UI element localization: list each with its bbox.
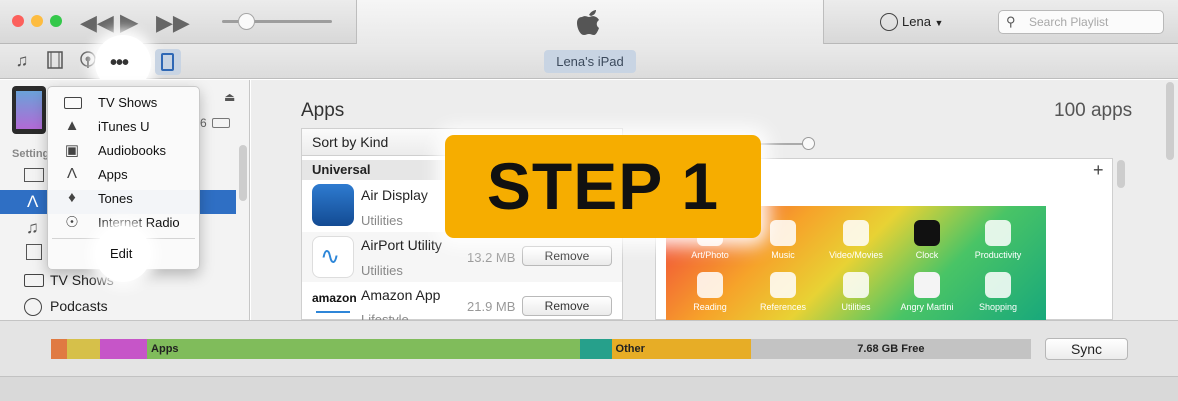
fast-forward-icon[interactable]: ▶▶ bbox=[156, 10, 190, 36]
step-callout: STEP 1 bbox=[445, 135, 761, 238]
folder-icon[interactable] bbox=[843, 220, 869, 246]
search-icon: ⚲ bbox=[1006, 14, 1016, 29]
menu-item-apps[interactable]: Apps bbox=[98, 167, 128, 182]
capacity-text: 6 bbox=[200, 116, 207, 130]
storage-segment-apps: Apps bbox=[147, 339, 581, 359]
storage-free-label: 7.68 GB Free bbox=[857, 343, 925, 355]
storage-segment-yellow bbox=[66, 339, 100, 359]
content-scrollbar[interactable] bbox=[1166, 82, 1174, 160]
clock-icon[interactable] bbox=[914, 220, 940, 246]
app-size: 21.9 MB bbox=[467, 299, 516, 314]
storage-segment-teal bbox=[580, 339, 612, 359]
folder-label: References bbox=[759, 302, 807, 312]
storage-other-label: Other bbox=[615, 343, 645, 355]
summary-icon[interactable] bbox=[24, 168, 44, 182]
folder-label: Art/Photo bbox=[691, 250, 729, 260]
user-name: Lena bbox=[902, 14, 931, 29]
folder-icon[interactable] bbox=[770, 272, 796, 298]
remove-button[interactable]: Remove bbox=[522, 296, 612, 316]
movies-icon[interactable] bbox=[26, 244, 42, 260]
pages-scrollbar[interactable] bbox=[1117, 160, 1125, 188]
folder-label: Productivity bbox=[974, 250, 1022, 260]
menu-item-itunes-u[interactable]: iTunes U bbox=[98, 119, 150, 134]
folder-label: Utilities bbox=[841, 302, 871, 312]
sidebar-scrollbar[interactable] bbox=[239, 145, 247, 201]
remove-button[interactable]: Remove bbox=[522, 246, 612, 266]
app-category: Lifestyle bbox=[361, 312, 409, 320]
wifi-icon: ∿ bbox=[320, 243, 341, 270]
close-window-button[interactable] bbox=[12, 15, 24, 27]
storage-segment-free: 7.68 GB Free bbox=[750, 339, 1031, 359]
folder-icon[interactable] bbox=[697, 272, 723, 298]
icon-size-knob[interactable] bbox=[802, 137, 815, 150]
menu-item-audiobooks[interactable]: Audiobooks bbox=[98, 143, 166, 158]
folder-label: Video/Movies bbox=[829, 250, 883, 260]
volume-knob[interactable] bbox=[238, 13, 255, 30]
app-name: Amazon App bbox=[361, 287, 441, 303]
menu-item-edit[interactable]: Edit bbox=[110, 246, 132, 261]
radio-icon: ☉ bbox=[65, 214, 79, 231]
music-icon[interactable]: ♫ bbox=[26, 218, 39, 238]
app-name: Air Display bbox=[361, 187, 428, 203]
folder-label: Shopping bbox=[978, 302, 1018, 312]
bell-icon: ♦ bbox=[68, 189, 76, 206]
menu-item-tv-shows[interactable]: TV Shows bbox=[98, 95, 157, 110]
folder-icon[interactable] bbox=[843, 272, 869, 298]
folder-icon[interactable] bbox=[985, 272, 1011, 298]
user-icon[interactable] bbox=[880, 13, 898, 31]
page-title: Apps bbox=[301, 100, 345, 121]
sidebar-item-podcasts[interactable]: Podcasts bbox=[50, 298, 108, 314]
add-page-button[interactable]: + bbox=[1093, 160, 1104, 181]
music-icon[interactable]: ♫ bbox=[12, 51, 32, 71]
app-label: Angry Martini bbox=[900, 302, 954, 312]
storage-segment-other: Other bbox=[611, 339, 751, 359]
app-category: Utilities bbox=[361, 263, 403, 278]
app-category: Utilities bbox=[361, 213, 403, 228]
user-account-button[interactable]: Lena ▼ bbox=[902, 14, 943, 29]
zoom-window-button[interactable] bbox=[50, 15, 62, 27]
folder-icon[interactable] bbox=[770, 220, 796, 246]
rewind-icon[interactable]: ◀◀ bbox=[80, 10, 114, 36]
apple-icon bbox=[576, 7, 602, 37]
apps-count: 100 apps bbox=[1054, 100, 1133, 121]
mortarboard-icon: ▲ bbox=[64, 117, 80, 134]
eject-icon[interactable]: ⏏ bbox=[224, 90, 235, 104]
book-icon: ▣ bbox=[64, 142, 80, 159]
folder-icon[interactable] bbox=[985, 220, 1011, 246]
more-icon[interactable]: ••• bbox=[110, 52, 129, 75]
sync-button[interactable]: Sync bbox=[1045, 338, 1128, 360]
menu-item-tones[interactable]: Tones bbox=[98, 191, 133, 206]
amazon-logo: amazon bbox=[312, 291, 357, 305]
folder-label: Reading bbox=[693, 302, 727, 312]
ipad-icon bbox=[161, 53, 174, 71]
tv-icon bbox=[24, 274, 44, 287]
app-label: Clock bbox=[915, 250, 939, 260]
minimize-window-button[interactable] bbox=[31, 15, 43, 27]
settings-heading: Setting bbox=[12, 148, 50, 160]
apps-icon: Λ bbox=[66, 165, 78, 182]
ipad-screen bbox=[16, 91, 42, 129]
podcasts-icon bbox=[24, 298, 42, 316]
air-display-icon bbox=[312, 184, 354, 226]
play-icon[interactable]: ▶ bbox=[120, 8, 138, 37]
movies-icon[interactable] bbox=[45, 51, 65, 71]
search-input[interactable]: Search Playlist bbox=[998, 10, 1164, 34]
cart-icon bbox=[316, 305, 350, 313]
app-name: AirPort Utility bbox=[361, 237, 442, 253]
status-strip bbox=[0, 376, 1178, 401]
apps-icon: Λ bbox=[27, 192, 39, 211]
app-size: 13.2 MB bbox=[467, 250, 516, 265]
storage-segment-magenta bbox=[100, 339, 148, 359]
battery-icon bbox=[212, 118, 230, 128]
storage-segment-orange bbox=[51, 339, 67, 359]
storage-apps-label: Apps bbox=[151, 343, 179, 355]
folder-label: Music bbox=[771, 250, 795, 260]
tv-icon bbox=[64, 97, 82, 109]
angry-martini-icon[interactable] bbox=[914, 272, 940, 298]
device-name-button[interactable]: Lena's iPad bbox=[544, 50, 636, 73]
chevron-down-icon: ▼ bbox=[934, 18, 944, 28]
